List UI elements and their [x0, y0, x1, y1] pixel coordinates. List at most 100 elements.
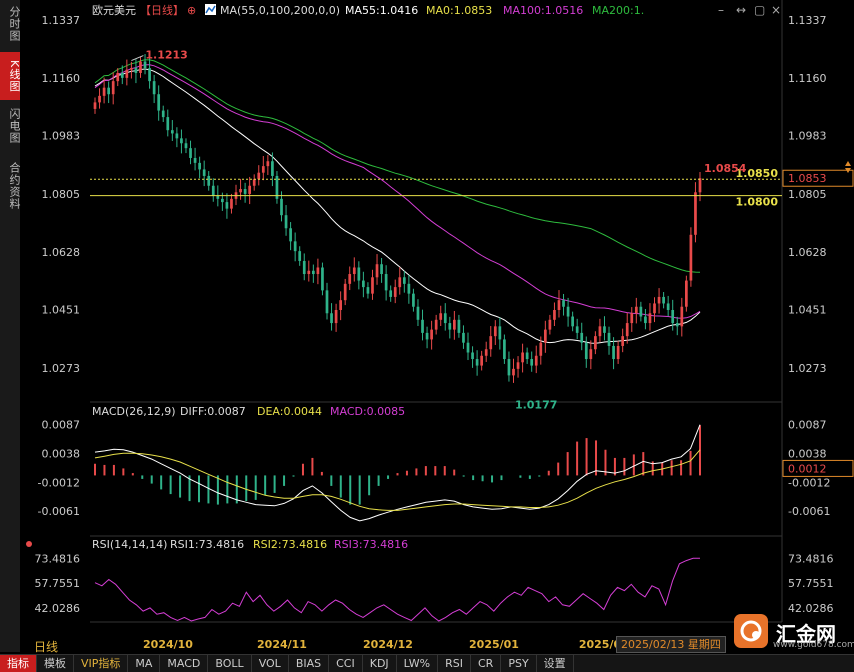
- indicator-toolbar: 指标 模板 VIP指标 MA MACD BOLL VOL BIAS CCI KDJ LW% RSI CR…: [0, 654, 854, 672]
- rsi-ytick-left: 57.7551: [35, 577, 81, 590]
- toolbar-tab-boll-5[interactable]: BOLL: [208, 655, 252, 672]
- candle-body: [130, 68, 133, 70]
- candle-body: [316, 267, 320, 275]
- candle-body: [534, 355, 538, 366]
- candle-body: [248, 185, 252, 194]
- ma-spec: MA(55,0,100,200,0,0): [220, 4, 340, 17]
- candle-body: [380, 264, 383, 275]
- candle-body: [594, 336, 597, 350]
- candle-body: [434, 319, 438, 330]
- price-ytick-right: 1.0451: [788, 304, 827, 317]
- candle-body: [389, 290, 393, 297]
- price-ytick-left: 1.0451: [42, 304, 81, 317]
- toolbar-tab-lw-10[interactable]: LW%: [397, 655, 439, 672]
- toolbar-tab-cr-12[interactable]: CR: [471, 655, 502, 672]
- scroll-up-icon[interactable]: [845, 161, 851, 166]
- resize-icon[interactable]: ↔: [736, 3, 746, 17]
- candle-body: [307, 270, 311, 275]
- candle-body: [375, 264, 379, 278]
- maximize-icon[interactable]: ▢: [754, 3, 765, 17]
- candle-body: [221, 198, 224, 203]
- candle-body: [207, 175, 211, 186]
- candle-body: [298, 251, 302, 261]
- macd-ytick-left: -0.0061: [38, 505, 80, 518]
- toolbar-tab-bias-7[interactable]: BIAS: [289, 655, 330, 672]
- candle-body: [589, 349, 593, 360]
- ma55-value: MA55:1.0416: [345, 4, 418, 17]
- price-ytick-right: 1.0273: [788, 362, 827, 375]
- toolbar-tab-ma-3[interactable]: MA: [128, 655, 161, 672]
- candle-body: [289, 228, 292, 242]
- price-ytick-right: 1.0628: [788, 246, 827, 259]
- toolbar-tab--1[interactable]: 模板: [37, 655, 74, 672]
- candle-body: [466, 342, 470, 353]
- candle-body: [362, 280, 365, 288]
- candle-body: [675, 323, 679, 327]
- settings-icon[interactable]: ⊕: [187, 4, 196, 17]
- candle-body: [475, 359, 479, 366]
- candle-body: [143, 61, 147, 69]
- candle-body: [484, 349, 488, 356]
- macd-ytick-right: 0.0038: [788, 447, 827, 460]
- candle-body: [302, 260, 306, 275]
- candle-body: [543, 329, 547, 343]
- candle-body: [402, 277, 406, 284]
- candle-body: [148, 68, 151, 82]
- period-label-header[interactable]: 【日线】: [140, 3, 184, 17]
- candle-body: [193, 157, 197, 163]
- candle-body: [180, 138, 183, 144]
- candle-body: [503, 339, 506, 360]
- candle-body: [343, 283, 347, 301]
- candle-body: [694, 192, 697, 235]
- toolbar-tab-rsi-11[interactable]: RSI: [438, 655, 471, 672]
- toolbar-tab-macd-4[interactable]: MACD: [160, 655, 209, 672]
- candle-body: [671, 309, 675, 324]
- candle-body: [548, 319, 552, 330]
- moving-average-lines: [94, 59, 701, 344]
- candle-body: [580, 332, 584, 343]
- minimize-icon[interactable]: –: [718, 3, 724, 17]
- candle-body: [416, 306, 420, 320]
- cursor-date-label: 2025/02/13 星期四: [616, 636, 726, 653]
- horizontal-lines[interactable]: 1.08501.0800: [90, 167, 782, 209]
- price-ytick-left: 1.0273: [42, 362, 81, 375]
- candle-body: [139, 61, 142, 73]
- candle-body: [621, 336, 625, 346]
- price-ytick-left: 1.1337: [42, 14, 81, 27]
- candle-body: [371, 277, 374, 294]
- candle-body: [198, 162, 201, 170]
- candle-body: [489, 336, 493, 350]
- candle-body: [352, 267, 356, 275]
- candle-body: [120, 72, 124, 78]
- period-selector[interactable]: 日线: [34, 638, 58, 655]
- ma55-line: [94, 68, 701, 344]
- high-annotation: 1.1213: [145, 49, 187, 62]
- candle-body: [639, 306, 643, 317]
- toolbar-tab-psy-13[interactable]: PSY: [501, 655, 537, 672]
- candle-body: [98, 95, 101, 103]
- candle-body: [166, 117, 170, 131]
- candle-body: [689, 234, 693, 281]
- chart-canvas[interactable]: 欧元美元 【日线】 ⊕ MA(55,0,100,200,0,0) MA55:1.…: [0, 0, 854, 671]
- candle-body: [562, 300, 565, 307]
- macd-ytick-left: -0.0012: [38, 476, 80, 489]
- toolbar-tab--0[interactable]: 指标: [0, 655, 37, 672]
- candle-body: [412, 293, 415, 307]
- ma-chart-icon[interactable]: [205, 4, 216, 15]
- toolbar-tab-vip-2[interactable]: VIP指标: [74, 655, 129, 672]
- toolbar-tab-kdj-9[interactable]: KDJ: [363, 655, 397, 672]
- toolbar-tab-vol-6[interactable]: VOL: [252, 655, 289, 672]
- toolbar-tab-cci-8[interactable]: CCI: [329, 655, 363, 672]
- candle-body: [271, 161, 274, 176]
- candle-body: [603, 326, 606, 333]
- candle-body: [698, 178, 702, 193]
- candle-body: [321, 267, 324, 291]
- candle-body: [666, 303, 670, 310]
- candle-body: [680, 306, 684, 327]
- close-icon[interactable]: ×: [771, 3, 781, 17]
- candle-body: [644, 316, 647, 324]
- candle-body: [325, 290, 329, 314]
- macd-ytick-right: -0.0061: [788, 505, 830, 518]
- rsi-marker-icon: [26, 541, 32, 547]
- toolbar-tab--14[interactable]: 设置: [537, 655, 574, 672]
